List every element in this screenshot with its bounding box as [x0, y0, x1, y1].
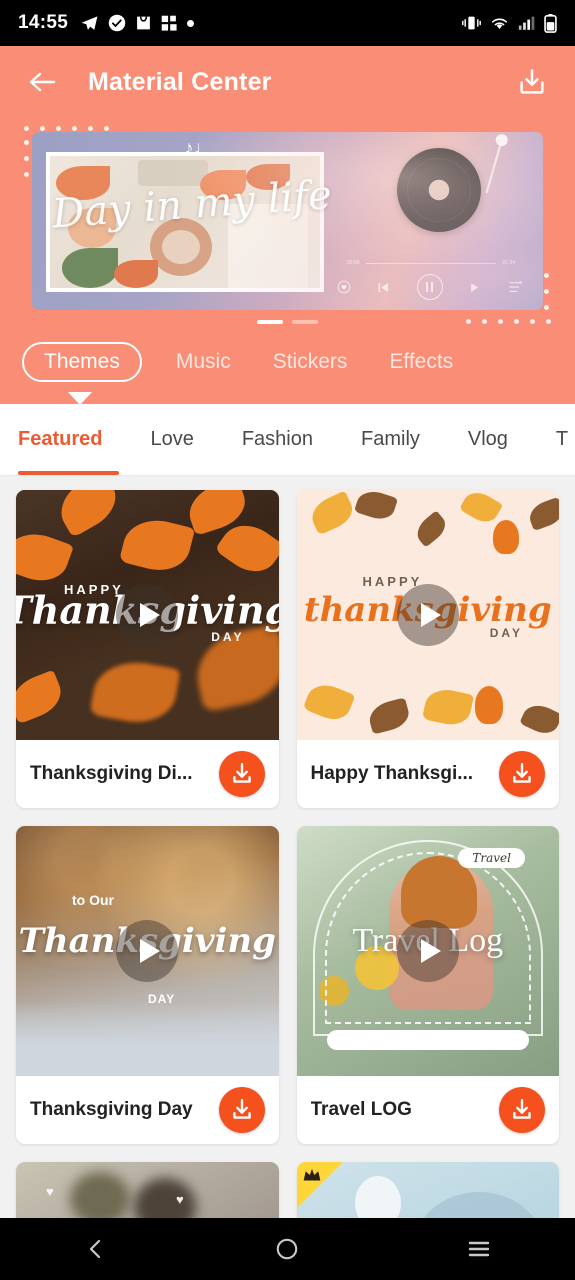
status-bar: 14:55 [0, 0, 575, 46]
vinyl-record-icon [397, 148, 481, 232]
dot-icon [187, 19, 195, 27]
category-active-underline [18, 471, 119, 475]
tab-music[interactable]: Music [176, 350, 231, 374]
thumb-caption-bottom: DAY [489, 626, 523, 640]
shopping-bag-icon [135, 14, 152, 32]
nav-home-icon[interactable] [257, 1229, 317, 1269]
card-thumbnail[interactable]: HAPPY Thanksgiving DAY [16, 490, 279, 740]
header-download-button[interactable] [511, 61, 553, 103]
card-download-button[interactable] [499, 1087, 545, 1133]
system-navigation-bar [0, 1218, 575, 1280]
template-grid: HAPPY Thanksgiving DAY Thanksgiving Di..… [0, 476, 575, 1280]
page-header: Material Center ♪♩ Day in my life 00:00 … [0, 46, 575, 405]
page-title: Material Center [88, 67, 272, 96]
banner-slide[interactable]: ♪♩ Day in my life 00:00 01:34 [32, 132, 543, 310]
card-thumbnail[interactable]: HAPPY thanksgiving DAY [296, 490, 559, 740]
banner-decor-dots-top [24, 126, 109, 131]
heart-icon[interactable] [337, 280, 351, 294]
card-title: Travel LOG [310, 1099, 412, 1120]
app-screen: 14:55 Material Center ♪♩ Day in my life … [0, 0, 575, 1280]
download-icon [513, 763, 531, 783]
vibrate-icon [462, 15, 481, 31]
thumb-caption-top: to Our [72, 892, 114, 908]
template-card[interactable]: to Our Thanksgiving DAY Thanksgiving Day [16, 826, 279, 1144]
card-download-button[interactable] [218, 1087, 265, 1133]
signal-icon [518, 15, 535, 31]
music-note-icon: ♪♩ [184, 138, 213, 159]
banner-decor-dots-right [544, 273, 549, 310]
card-footer: Happy Thanksgi... [297, 740, 560, 808]
card-footer: Travel LOG [297, 1076, 560, 1144]
playlist-icon[interactable] [508, 280, 523, 294]
banner-decor-dots-bottom [466, 319, 551, 324]
card-thumbnail[interactable]: Travel Travel Log [296, 826, 559, 1076]
download-icon [232, 763, 251, 783]
banner-decor-dots-left [24, 140, 29, 177]
crown-icon [302, 1167, 322, 1189]
duration-time: 01:34 [502, 260, 515, 266]
download-icon [513, 1099, 531, 1119]
status-bar-time: 14:55 [18, 12, 69, 33]
card-title: Thanksgiving Di... [30, 763, 193, 784]
card-download-button[interactable] [218, 751, 265, 797]
telegram-icon [80, 14, 99, 33]
category-tab-family[interactable]: Family [361, 428, 420, 451]
thumb-caption-bottom: DAY [211, 630, 245, 644]
next-icon[interactable] [468, 280, 483, 295]
app-share-icon [161, 15, 178, 32]
status-bar-notification-icons [80, 14, 195, 33]
card-thumbnail[interactable]: to Our Thanksgiving DAY [16, 826, 279, 1076]
category-tab-fashion[interactable]: Fashion [242, 428, 313, 451]
card-download-button[interactable] [499, 751, 545, 797]
tab-effects[interactable]: Effects [389, 350, 453, 374]
wifi-icon [490, 15, 509, 31]
play-icon[interactable] [396, 584, 459, 646]
back-button[interactable] [22, 62, 62, 102]
play-icon[interactable] [116, 584, 179, 646]
card-footer: Thanksgiving Di... [16, 740, 279, 808]
thumb-caption-top: Travel [458, 848, 525, 868]
play-icon[interactable] [396, 920, 459, 982]
template-card[interactable]: HAPPY thanksgiving DAY Happy Thanksgi... [296, 490, 560, 808]
card-title: Thanksgiving Day [30, 1099, 193, 1120]
page-indicator-2[interactable] [292, 320, 318, 324]
banner-carousel[interactable]: ♪♩ Day in my life 00:00 01:34 [0, 126, 575, 336]
category-tab-featured[interactable]: Featured [18, 428, 102, 451]
progress-line [365, 262, 497, 264]
elapsed-time: 00:00 [347, 260, 360, 266]
header-bar: Material Center [0, 46, 575, 118]
category-tab-bar[interactable]: Featured Love Fashion Family Vlog T [0, 404, 575, 476]
category-tab-vlog[interactable]: Vlog [468, 428, 508, 451]
banner-progress-track[interactable]: 00:00 01:34 [347, 260, 515, 266]
banner-player-controls [337, 274, 523, 300]
play-icon[interactable] [116, 920, 179, 982]
previous-icon[interactable] [376, 280, 391, 295]
category-tab-love[interactable]: Love [150, 428, 193, 451]
template-card[interactable]: HAPPY Thanksgiving DAY Thanksgiving Di..… [16, 490, 279, 808]
nav-recents-icon[interactable] [449, 1229, 509, 1269]
template-card[interactable]: Travel Travel Log Travel LOG [296, 826, 560, 1144]
tab-stickers[interactable]: Stickers [273, 350, 348, 374]
tonearm-icon [485, 140, 503, 194]
nav-back-icon[interactable] [66, 1229, 126, 1269]
top-tab-bar: Themes Music Stickers Effects [0, 336, 575, 405]
card-title: Happy Thanksgi... [310, 763, 474, 784]
check-circle-icon [108, 14, 126, 32]
tab-themes[interactable]: Themes [22, 342, 142, 382]
travel-bar-decoration [326, 1030, 529, 1050]
battery-icon [544, 13, 557, 33]
download-icon [520, 69, 544, 94]
category-tab-partial[interactable]: T [556, 428, 568, 451]
page-indicator-1[interactable] [257, 320, 283, 324]
download-icon [232, 1099, 251, 1119]
card-footer: Thanksgiving Day [16, 1076, 279, 1144]
status-bar-system-icons [462, 13, 557, 33]
pause-icon[interactable] [416, 274, 443, 300]
banner-photo [46, 152, 324, 292]
